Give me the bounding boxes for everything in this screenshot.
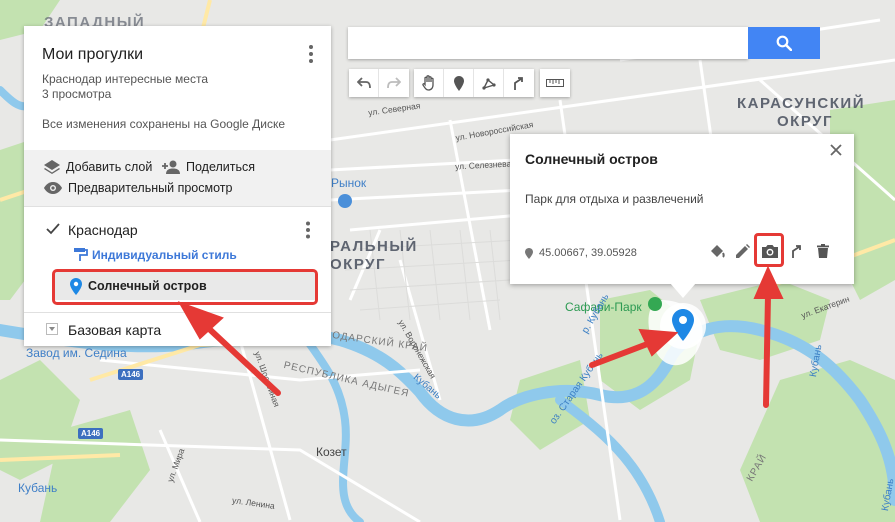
highway-shield: A146 (118, 369, 144, 380)
map-label-kozet: Козет (316, 445, 347, 459)
layer-style-link[interactable]: Индивидуальный стиль (74, 248, 237, 262)
highway-shield: A146 (78, 428, 104, 439)
more-options-icon[interactable] (303, 44, 319, 64)
measure-toolbar (540, 69, 570, 97)
undo-icon (356, 77, 371, 89)
popup-pointer (670, 283, 696, 298)
save-status: Все изменения сохранены на Google Диске (42, 117, 286, 131)
map-label-okrug: ОКРУГ (777, 113, 833, 130)
preview-button[interactable]: Предварительный просмотр (44, 181, 232, 195)
redo-button[interactable] (379, 69, 409, 97)
style-button[interactable] (706, 240, 728, 262)
add-layer-label: Добавить слой (66, 160, 153, 174)
marker-icon (453, 75, 464, 91)
edit-button[interactable] (732, 240, 754, 262)
directions-icon (514, 77, 523, 90)
map-label-district-karasunsky: КАРАСУНСКИЙ (737, 95, 865, 112)
place-title: Солнечный остров (525, 151, 658, 167)
popup-directions-button[interactable] (786, 240, 808, 262)
base-map-label[interactable]: Базовая карта (68, 322, 161, 338)
base-map-toggle[interactable] (46, 323, 58, 335)
map-layers-panel: Мои прогулки Краснодар интересные места … (24, 26, 331, 346)
undo-button[interactable] (349, 69, 379, 97)
paint-roller-icon (74, 248, 88, 261)
edit-icon (736, 244, 750, 258)
location-marker[interactable] (672, 309, 694, 341)
layer-name[interactable]: Краснодар (68, 222, 138, 238)
map-label-kuban-store[interactable]: Кубань (18, 481, 57, 495)
directions-button[interactable] (504, 69, 534, 97)
hand-icon (421, 75, 434, 91)
panel-actions: Добавить слой Поделиться Предварительный… (24, 150, 331, 206)
layer-options-icon[interactable] (305, 221, 311, 239)
map-label-zavod[interactable]: Завод им. Седина (26, 346, 127, 360)
shopping-icon[interactable] (338, 194, 352, 208)
share-label: Поделиться (186, 160, 256, 174)
add-layer-button[interactable]: Добавить слой (44, 160, 152, 174)
park-icon[interactable] (648, 297, 662, 311)
paint-icon (711, 245, 725, 258)
place-description: Парк для отдыха и развлечений (525, 192, 704, 206)
preview-label: Предварительный просмотр (68, 181, 233, 195)
search-button[interactable] (748, 27, 820, 59)
layer-checkbox[interactable] (46, 222, 60, 236)
map-label-rynok[interactable]: Рынок (331, 176, 366, 190)
map-pin-icon (525, 247, 533, 259)
draw-line-button[interactable] (474, 69, 504, 97)
map-description: Краснодар интересные места (42, 72, 208, 86)
place-coordinates: 45.00667, 39.05928 (525, 247, 637, 259)
add-person-icon (162, 160, 180, 174)
pan-tool-button[interactable] (414, 69, 444, 97)
history-toolbar (349, 69, 409, 97)
close-icon[interactable] (826, 140, 846, 160)
coordinates-value: 45.00667, 39.05928 (539, 247, 637, 259)
map-label-okrug: ОКРУГ (330, 256, 386, 273)
share-button[interactable]: Поделиться (162, 160, 255, 174)
divider (24, 312, 331, 313)
tools-toolbar (414, 69, 534, 97)
divider (24, 206, 331, 207)
highlight-box (754, 233, 784, 267)
map-title[interactable]: Мои прогулки (42, 46, 143, 64)
search-icon (776, 35, 792, 51)
view-count: 3 просмотра (42, 87, 112, 101)
highlight-box (52, 269, 318, 305)
directions-icon (792, 245, 801, 258)
chevron-down-icon (49, 327, 55, 331)
place-info-popup: Солнечный остров Парк для отдыха и развл… (510, 134, 854, 284)
delete-button[interactable] (812, 240, 834, 262)
layer-style-label: Индивидуальный стиль (92, 248, 237, 262)
search-input[interactable] (348, 27, 748, 59)
map-label-district-tsentralny: РАЛЬНЫЙ (330, 238, 418, 255)
layers-icon (44, 160, 60, 174)
measure-button[interactable] (540, 69, 570, 97)
delete-icon (817, 244, 829, 258)
ruler-icon (546, 79, 564, 87)
line-icon (481, 78, 496, 90)
redo-icon (387, 77, 401, 89)
add-marker-button[interactable] (444, 69, 474, 97)
eye-icon (44, 182, 62, 194)
